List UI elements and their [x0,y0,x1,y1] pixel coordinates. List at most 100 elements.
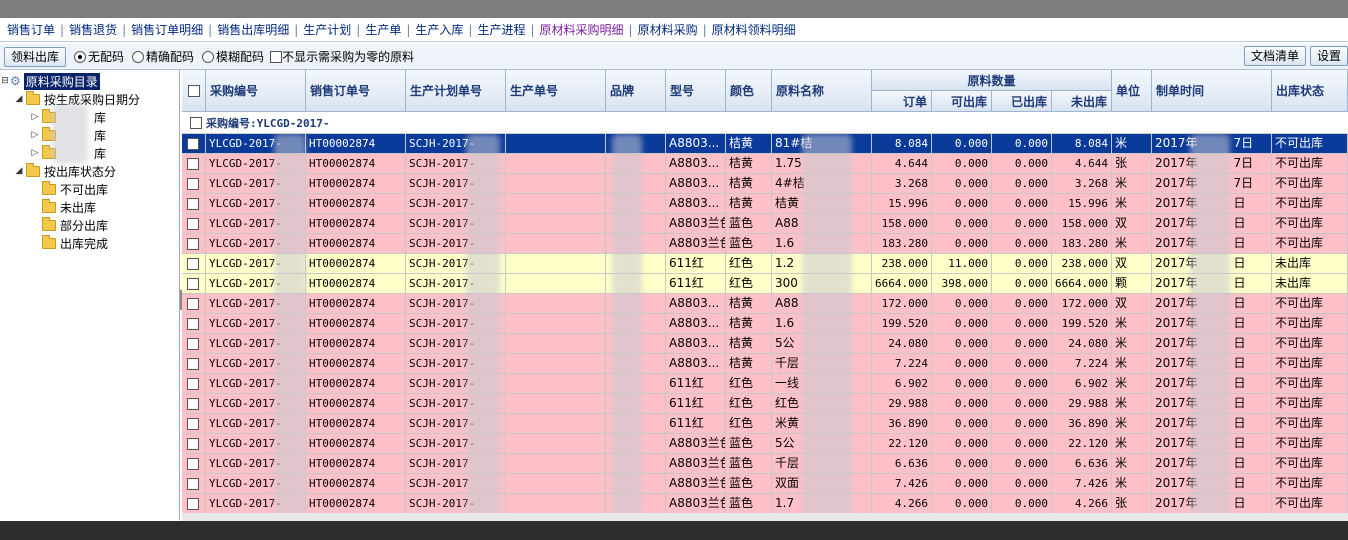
tree-node-status-partial[interactable]: 部分出库 [40,216,108,234]
menu-item-5[interactable]: 生产单 [360,21,406,38]
row-checkbox[interactable] [187,238,199,250]
group-checkbox[interactable] [190,116,202,129]
radio-no-match[interactable]: 无配码 [74,48,124,65]
menu-item-8[interactable]: 原材料采购明细 [535,21,629,38]
table-row[interactable]: YLCGD-2017- HT00002874 SCJH-2017- 611红 红色 红色 2… [182,394,1348,414]
row-checkbox[interactable] [187,418,199,430]
row-checkbox[interactable] [187,478,199,490]
tree-node-by-status[interactable]: ◢ 按出库状态分 [14,162,116,180]
expanded-arrow-icon[interactable]: ◢ [14,94,24,104]
collapsed-arrow-icon[interactable]: ▷ [30,130,40,140]
row-checkbox[interactable] [187,258,199,270]
header-unit[interactable]: 单位 [1112,70,1152,112]
table-row[interactable]: YLCGD-2017- HT00002874 SCJH-2017- A8803兰色 蓝色… [182,214,1348,234]
collapse-icon[interactable]: ⊟ [0,76,10,86]
radio-exact-match[interactable]: 精确配码 [132,48,194,65]
header-order[interactable]: 销售订单号 [306,70,406,112]
table-row[interactable]: YLCGD-2017- HT00002874 SCJH-2017- A8803... 桔… [182,294,1348,314]
row-checkbox[interactable] [187,498,199,510]
header-status[interactable]: 出库状态 [1272,70,1348,112]
table-row[interactable]: YLCGD-2017- HT00002874 SCJH-2017 A8803兰色 蓝色千… [182,454,1348,474]
row-checkbox[interactable] [187,158,199,170]
table-row[interactable]: YLCGD-2017- HT00002874 SCJH-2017- A8803... 桔… [182,134,1348,154]
radio-no-match-label: 无配码 [88,50,125,64]
table-row[interactable]: YLCGD-2017- HT00002874 SCJH-2017- A8803... 桔… [182,174,1348,194]
radio-fuzzy-match[interactable]: 模糊配码 [202,48,264,65]
table-row[interactable]: YLCGD-2017- HT00002874 SCJH-2017 A8803兰色 蓝色双… [182,474,1348,494]
header-material[interactable]: 原料名称 [772,70,872,112]
menu-item-2[interactable]: 销售订单明细 [126,21,208,38]
table-row[interactable]: YLCGD-2017- HT00002874 SCJH-2017- A8803... 桔… [182,314,1348,334]
row-checkbox[interactable] [187,378,199,390]
menu-item-7[interactable]: 生产进程 [472,21,530,38]
tree-node-label: 部分出库 [60,218,109,233]
settings-button[interactable]: 设置 [1309,46,1348,66]
header-model[interactable]: 型号 [666,70,726,112]
row-checkbox[interactable] [187,438,199,450]
cell-d: 0.000 [992,234,1052,254]
menu-item-0[interactable]: 销售订单 [2,21,60,38]
tree-root[interactable]: ⊟ ⚙ 原料采购目录 [0,72,100,90]
menu-item-1[interactable]: 销售退货 [64,21,122,38]
cell-order: HT00002874 [306,234,406,254]
table-row[interactable]: YLCGD-2017- HT00002874 SCJH-2017- A8803... 桔… [182,154,1348,174]
header-prod[interactable]: 生产单号 [506,70,606,112]
tree-node-status-not-allowed[interactable]: 不可出库 [40,180,108,198]
row-checkbox[interactable] [187,178,199,190]
cell-time-day: 7日 [1233,156,1254,170]
menu-item-10[interactable]: 原材料领料明细 [707,21,801,38]
expanded-arrow-icon[interactable]: ◢ [14,166,24,176]
group-row[interactable]: 采购编号:YLCGD-2017- [182,112,1348,134]
row-checkbox[interactable] [187,138,199,150]
menu-item-9[interactable]: 原材料采购 [633,21,703,38]
row-checkbox[interactable] [187,318,199,330]
menu-item-3[interactable]: 销售出库明细 [212,21,294,38]
cell-model: A8803兰色 [666,214,726,234]
table-row[interactable]: YLCGD-2017- HT00002874 SCJH-2017- A8803兰色 蓝色… [182,494,1348,514]
select-all-checkbox[interactable] [187,84,200,97]
menu-item-6[interactable]: 生产入库 [410,21,468,38]
row-checkbox[interactable] [187,338,199,350]
cell-d: 0.000 [992,394,1052,414]
header-color[interactable]: 颜色 [726,70,772,112]
collapsed-arrow-icon[interactable]: ▷ [30,148,40,158]
table-row[interactable]: YLCGD-2017- HT00002874 SCJH-2017- A8803... 桔… [182,194,1348,214]
document-list-button[interactable]: 文档清单 [1243,46,1306,66]
table-row[interactable]: YLCGD-2017- HT00002874 SCJH-2017- A8803... 桔… [182,334,1348,354]
header-qty-out[interactable]: 已出库 [992,91,1052,112]
header-code[interactable]: 采购编号 [206,70,306,112]
header-brand[interactable]: 品牌 [606,70,666,112]
row-checkbox[interactable] [187,278,199,290]
header-qty-order[interactable]: 订单 [872,91,932,112]
header-time[interactable]: 制单时间 [1152,70,1272,112]
cell-status: 不可出库 [1272,454,1348,474]
hide-zero-checkbox[interactable]: 不显示需采购为零的原料 [270,48,414,65]
horizontal-scrollbar[interactable] [182,513,1348,521]
row-checkbox[interactable] [187,398,199,410]
header-qty-avail[interactable]: 可出库 [932,91,992,112]
row-checkbox[interactable] [187,218,199,230]
table-row[interactable]: YLCGD-2017- HT00002874 SCJH-2017- 611红 红色 300… [182,274,1348,294]
table-row[interactable]: YLCGD-2017- HT00002874 SCJH-2017- 611红 红色 米黄 3… [182,414,1348,434]
tree-node-status-complete[interactable]: 出库完成 [40,234,108,252]
issue-material-button[interactable]: 领料出库 [4,46,67,67]
tree-node-label: 出库完成 [60,236,109,251]
table-row[interactable]: YLCGD-2017- HT00002874 SCJH-2017- 611红 红色 一线 6… [182,374,1348,394]
header-select-all[interactable] [182,70,206,112]
cell-model: A8803兰色 [666,494,726,514]
table-row[interactable]: YLCGD-2017- HT00002874 SCJH-2017- A8803兰色 蓝色… [182,434,1348,454]
row-checkbox[interactable] [187,358,199,370]
header-plan[interactable]: 生产计划单号 [406,70,506,112]
cell-model: A8803... [666,294,726,314]
collapsed-arrow-icon[interactable]: ▷ [30,112,40,122]
row-checkbox[interactable] [187,198,199,210]
table-row[interactable]: YLCGD-2017- HT00002874 SCJH-2017- 611红 红色 1.2… [182,254,1348,274]
table-row[interactable]: YLCGD-2017- HT00002874 SCJH-2017- A8803兰色 蓝色… [182,234,1348,254]
menu-item-4[interactable]: 生产计划 [298,21,356,38]
tree-node-status-pending[interactable]: 未出库 [40,198,96,216]
cell-unit: 颗 [1112,274,1152,294]
table-row[interactable]: YLCGD-2017- HT00002874 SCJH-2017- A8803... 桔… [182,354,1348,374]
header-qty-pending[interactable]: 未出库 [1052,91,1112,112]
row-checkbox[interactable] [187,298,199,310]
row-checkbox[interactable] [187,458,199,470]
